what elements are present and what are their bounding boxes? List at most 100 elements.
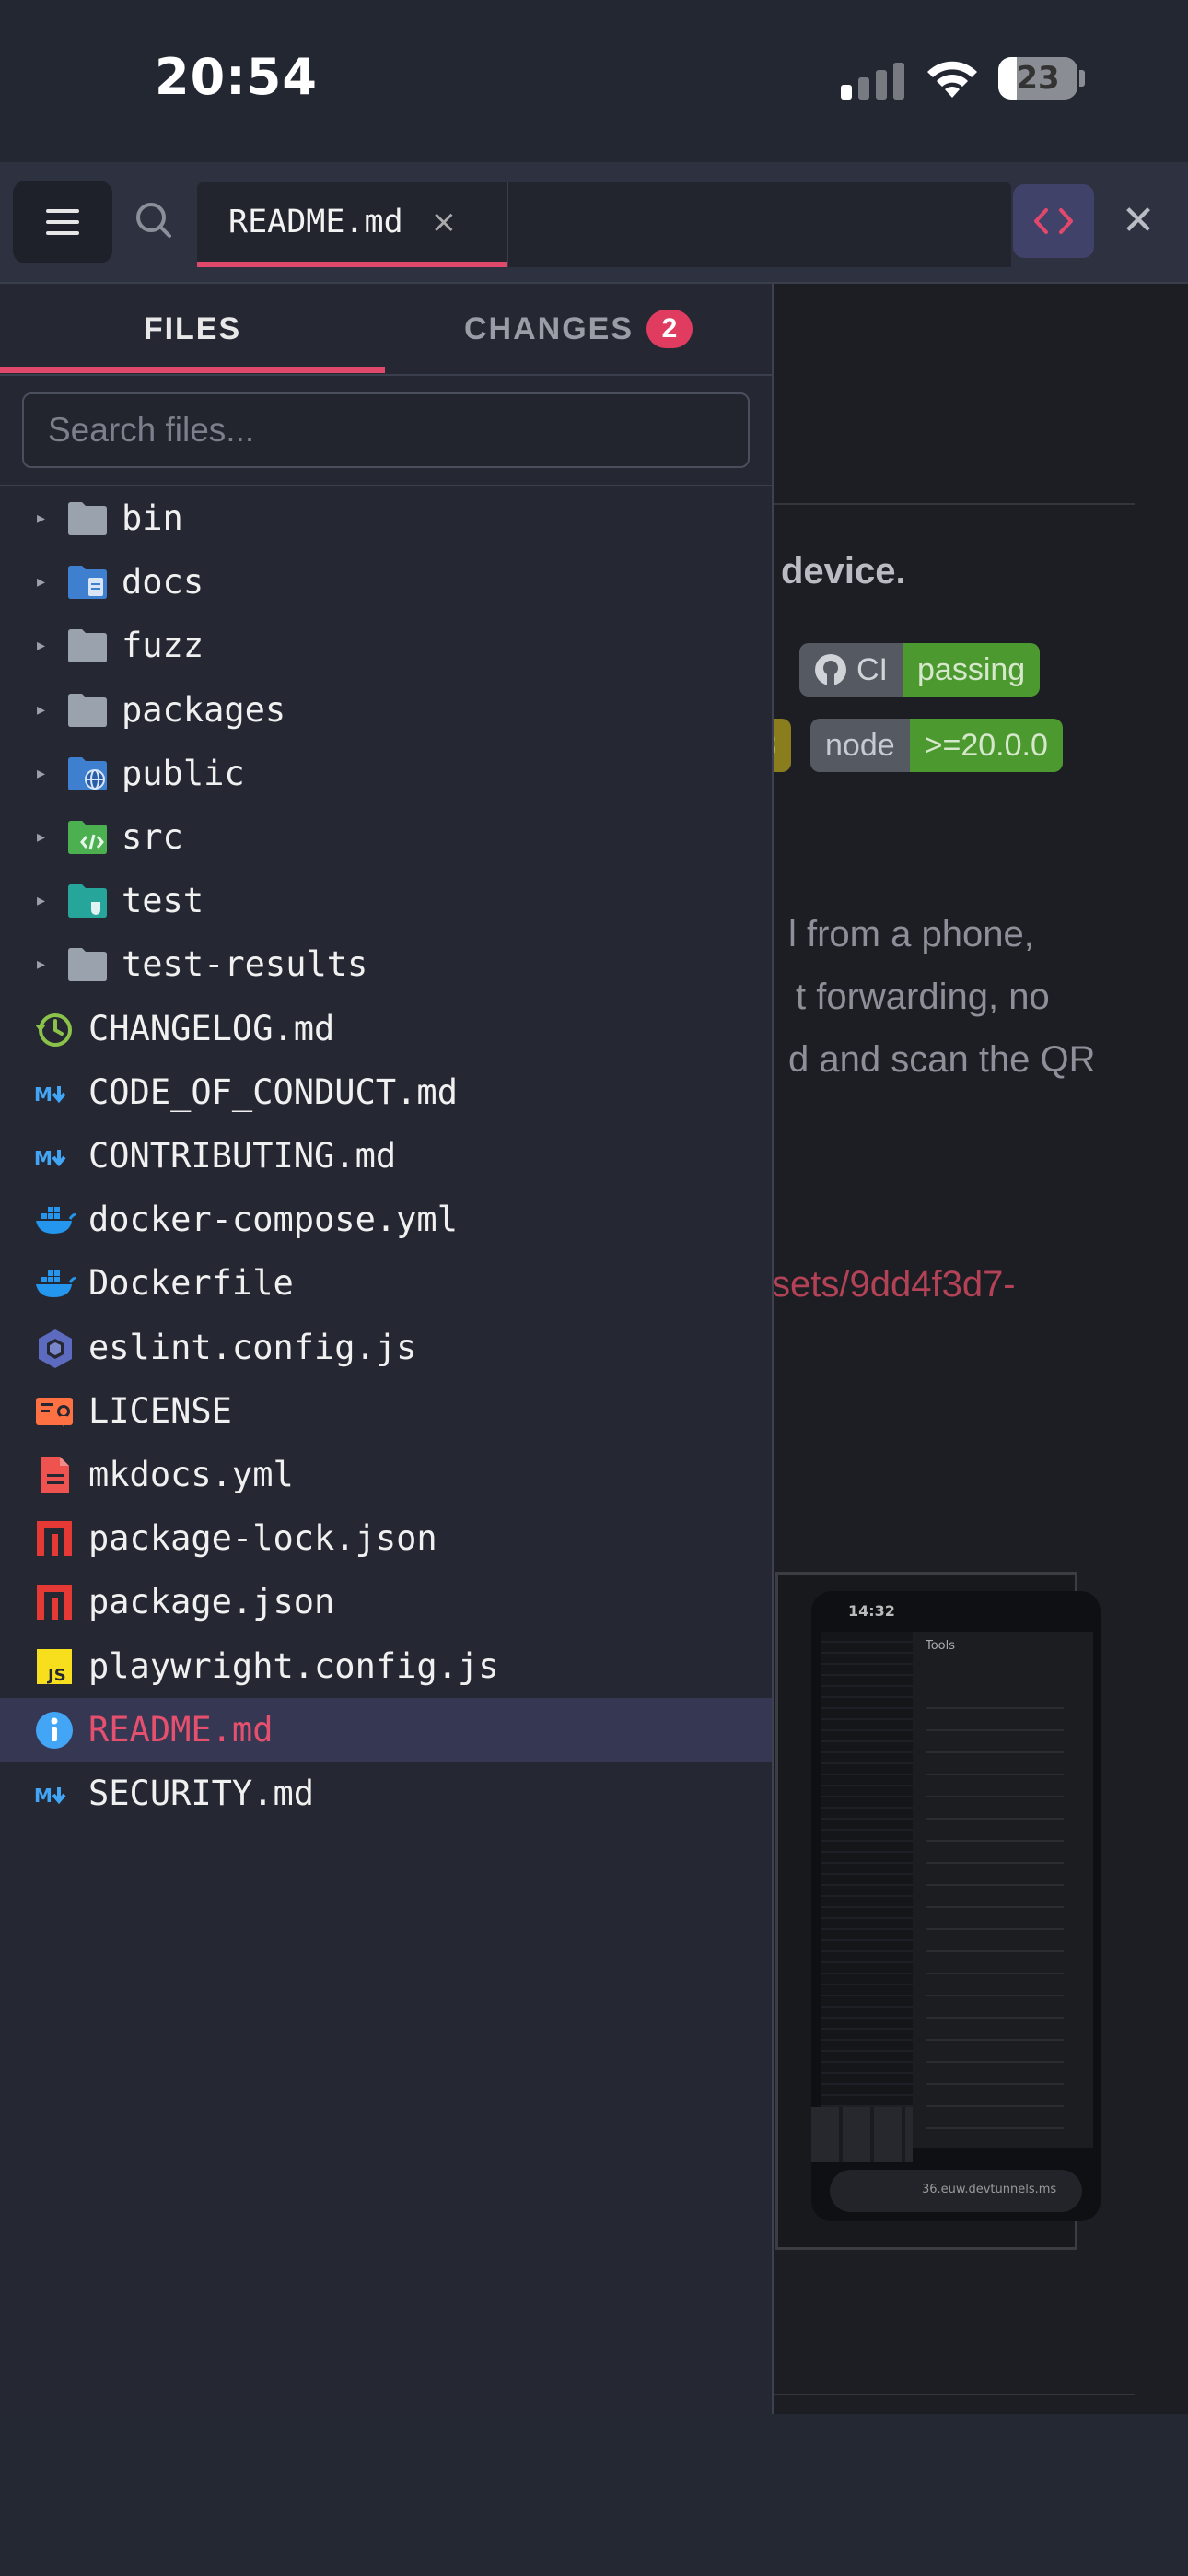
expand-caret-icon[interactable]: ▸ [37,486,45,550]
file-row[interactable]: package.json [0,1570,772,1633]
paragraph-line: t forwarding, no [796,977,1050,1017]
file-row[interactable]: CHANGELOG.md [0,997,772,1060]
file-row[interactable]: eslint.config.js [0,1316,772,1379]
expand-caret-icon[interactable]: ▸ [37,678,45,742]
file-row[interactable]: M CODE_OF_CONDUCT.md [0,1060,772,1124]
tab-label: README.md [228,204,403,240]
paragraph-line: d and scan the QR [788,1039,1096,1080]
tagline-text: device. [781,551,906,591]
github-icon [815,654,846,685]
folder-icon [68,502,107,535]
tab-divider [507,182,508,267]
mockup-panel-heading: Tools [926,1639,956,1653]
file-name: package-lock.json [88,1518,437,1559]
expand-caret-icon[interactable]: ▸ [37,742,45,805]
file-name: playwright.config.js [88,1645,499,1686]
file-row[interactable]: LICENSE [0,1379,772,1443]
file-name: LICENSE [88,1390,232,1431]
search-icon[interactable] [129,195,181,247]
paragraph-line: l from a phone, [788,914,1034,954]
expand-caret-icon[interactable]: ▸ [37,805,45,869]
folder-public-icon [68,756,107,790]
clock: 20:54 [155,48,318,106]
tab-files[interactable]: FILES [0,284,385,374]
npm-icon [37,1585,72,1621]
file-name: README.md [88,1709,274,1750]
file-row[interactable]: package-lock.json [0,1506,772,1570]
file-explorer-drawer: FILES CHANGES 2 ▸bin▸docs▸fuzz▸packages▸… [0,284,774,2414]
svg-text:M: M [34,1147,52,1169]
folder-row[interactable]: ▸ test-results [0,932,772,996]
mockup-terminal [821,1632,922,2111]
folder-row[interactable]: ▸ bin [0,486,772,550]
javascript-icon: JS [37,1648,72,1685]
folder-row[interactable]: ▸ packages [0,678,772,742]
demo-screenshot: 14:32 Tools 36.euw.devtunnels.ms [775,1572,1101,2250]
folder-name: docs [122,562,204,603]
file-name: Dockerfile [88,1263,294,1304]
ci-badge[interactable]: CI passing [799,643,1041,697]
mockup-url-text: 36.euw.devtunnels.ms [922,2183,1057,2196]
node-badge-label: node [810,719,910,772]
asset-link[interactable]: sets/9dd4f3d7- [772,1264,1016,1306]
document-icon [41,1457,69,1493]
folder-icon [68,693,107,727]
file-row[interactable]: M CONTRIBUTING.md [0,1124,772,1188]
wifi-icon [927,61,977,98]
active-tab-indicator [0,367,385,373]
status-bar: 20:54 23 [0,0,1188,162]
tab-changes[interactable]: CHANGES 2 [385,284,772,374]
file-row[interactable]: README.md [0,1697,772,1762]
expand-caret-icon[interactable]: ▸ [37,932,45,996]
battery-level: 23 [1016,60,1060,97]
folder-row[interactable]: ▸ docs [0,550,772,614]
close-panel-button[interactable]: ✕ [1118,195,1159,247]
code-icon [1034,208,1073,234]
code-view-button[interactable] [1013,184,1094,258]
menu-button[interactable] [13,181,112,263]
changes-count-badge: 2 [646,310,693,348]
folder-row[interactable]: ▸ fuzz [0,614,772,677]
file-name: CONTRIBUTING.md [88,1136,397,1176]
tab-strip: README.md × [197,182,1011,267]
hamburger-icon [46,209,79,235]
tab-readme[interactable]: README.md × [197,182,507,267]
svg-text:M: M [34,1785,52,1807]
badge-partial-yellow: 3 [772,719,791,772]
folder-test-icon [68,884,107,919]
badge-partial-yellow-text: 3 [772,719,791,772]
file-row[interactable]: M SECURITY.md [0,1762,772,1825]
file-row[interactable]: JS playwright.config.js [0,1634,772,1698]
markdown-icon: M [34,1147,66,1169]
bottom-area [0,2414,1188,2576]
folder-name: test-results [122,944,368,985]
explorer-tabs: FILES CHANGES 2 [0,284,772,376]
expand-caret-icon[interactable]: ▸ [37,550,45,614]
expand-caret-icon[interactable]: ▸ [37,869,45,932]
folder-row[interactable]: ▸ src [0,805,772,869]
mockup-tools-panel: Tools [913,1632,1093,2148]
folder-name: fuzz [122,626,204,666]
npm-icon [37,1521,72,1557]
file-search-input[interactable] [24,394,748,466]
file-row[interactable]: Dockerfile [0,1251,772,1315]
tab-files-label: FILES [143,310,242,346]
editor-tab-bar: README.md × ✕ [0,162,1188,284]
folder-docs-icon [68,566,107,600]
expand-caret-icon[interactable]: ▸ [37,614,45,677]
folder-name: packages [122,689,286,730]
divider [772,503,1135,505]
mockup-url-bar: 36.euw.devtunnels.ms [830,2170,1082,2212]
file-name: mkdocs.yml [88,1455,294,1494]
mockup-menu-items [926,1687,1064,2129]
ci-badge-label: CI [856,651,888,687]
file-name: SECURITY.md [88,1774,315,1813]
node-badge[interactable]: node >=20.0.0 [810,719,1063,772]
file-row[interactable]: mkdocs.yml [0,1443,772,1506]
folder-row[interactable]: ▸ test [0,869,772,932]
file-search-field[interactable] [22,392,750,468]
folder-row[interactable]: ▸ public [0,742,772,805]
file-row[interactable]: docker-compose.yml [0,1188,772,1251]
tab-close-button[interactable]: × [431,204,458,240]
svg-text:JS: JS [46,1666,66,1685]
